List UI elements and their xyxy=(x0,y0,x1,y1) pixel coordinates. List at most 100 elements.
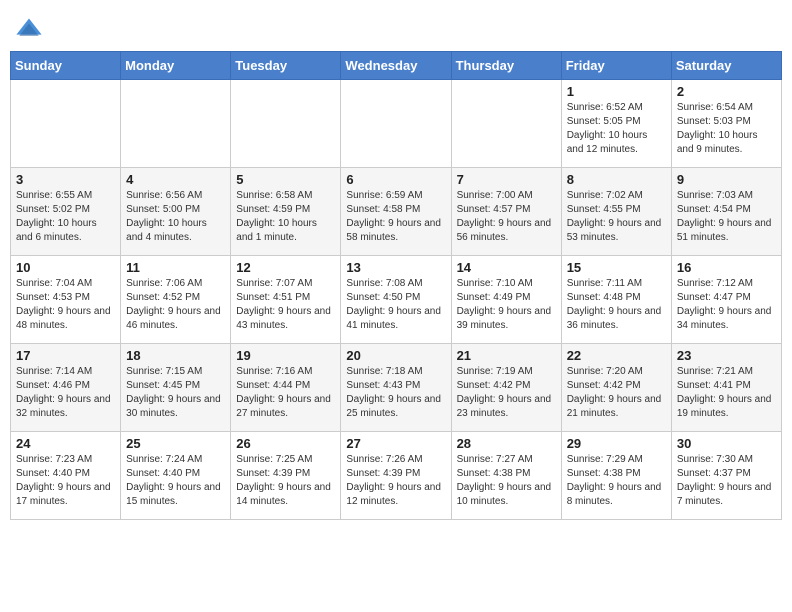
calendar-header-row: SundayMondayTuesdayWednesdayThursdayFrid… xyxy=(11,52,782,80)
calendar-cell: 26 Sunrise: 7:25 AM Sunset: 4:39 PM Dayli… xyxy=(231,432,341,520)
day-info: Sunrise: 6:56 AM Sunset: 5:00 PM Dayligh… xyxy=(126,189,225,245)
day-info: Sunrise: 7:20 AM Sunset: 4:42 PM Dayligh… xyxy=(567,365,666,421)
calendar-cell: 3 Sunrise: 6:55 AM Sunset: 5:02 PM Daylig… xyxy=(11,168,121,256)
day-number: 7 xyxy=(457,172,556,187)
day-number: 17 xyxy=(16,348,115,363)
logo-icon xyxy=(15,15,43,43)
calendar-cell: 5 Sunrise: 6:58 AM Sunset: 4:59 PM Daylig… xyxy=(231,168,341,256)
calendar-cell: 15 Sunrise: 7:11 AM Sunset: 4:48 PM Dayli… xyxy=(561,256,671,344)
logo xyxy=(15,15,47,43)
day-number: 4 xyxy=(126,172,225,187)
calendar-cell: 29 Sunrise: 7:29 AM Sunset: 4:38 PM Dayli… xyxy=(561,432,671,520)
calendar-cell: 13Sunrise: 7:08 AM Sunset: 4:50 PM Dayli… xyxy=(341,256,451,344)
day-info: Sunrise: 7:16 AM Sunset: 4:44 PM Dayligh… xyxy=(236,365,335,421)
day-info: Sunrise: 7:15 AM Sunset: 4:45 PM Dayligh… xyxy=(126,365,225,421)
day-number: 8 xyxy=(567,172,666,187)
day-info: Sunrise: 7:25 AM Sunset: 4:39 PM Dayligh… xyxy=(236,453,335,509)
day-number: 12 xyxy=(236,260,335,275)
day-info: Sunrise: 7:23 AM Sunset: 4:40 PM Dayligh… xyxy=(16,453,115,509)
calendar-cell: 1 Sunrise: 6:52 AM Sunset: 5:05 PM Daylig… xyxy=(561,80,671,168)
calendar-cell: 19 Sunrise: 7:16 AM Sunset: 4:44 PM Dayli… xyxy=(231,344,341,432)
day-number: 3 xyxy=(16,172,115,187)
day-info: Sunrise: 7:14 AM Sunset: 4:46 PM Dayligh… xyxy=(16,365,115,421)
week-row-5: 24 Sunrise: 7:23 AM Sunset: 4:40 PM Dayli… xyxy=(11,432,782,520)
calendar-cell: 14 Sunrise: 7:10 AM Sunset: 4:49 PM Dayli… xyxy=(451,256,561,344)
day-number: 15 xyxy=(567,260,666,275)
day-info: Sunrise: 6:59 AM Sunset: 4:58 PM Dayligh… xyxy=(346,189,445,245)
day-number: 2 xyxy=(677,84,776,99)
day-info: Sunrise: 6:55 AM Sunset: 5:02 PM Dayligh… xyxy=(16,189,115,245)
day-info: Sunrise: 7:27 AM Sunset: 4:38 PM Dayligh… xyxy=(457,453,556,509)
day-header-tuesday: Tuesday xyxy=(231,52,341,80)
day-info: Sunrise: 7:07 AM Sunset: 4:51 PM Dayligh… xyxy=(236,277,335,333)
day-header-sunday: Sunday xyxy=(11,52,121,80)
day-info: Sunrise: 7:10 AM Sunset: 4:49 PM Dayligh… xyxy=(457,277,556,333)
day-number: 29 xyxy=(567,436,666,451)
day-header-wednesday: Wednesday xyxy=(341,52,451,80)
day-info: Sunrise: 7:12 AM Sunset: 4:47 PM Dayligh… xyxy=(677,277,776,333)
day-info: Sunrise: 7:02 AM Sunset: 4:55 PM Dayligh… xyxy=(567,189,666,245)
calendar-cell: 4 Sunrise: 6:56 AM Sunset: 5:00 PM Daylig… xyxy=(121,168,231,256)
calendar-cell xyxy=(121,80,231,168)
day-info: Sunrise: 7:29 AM Sunset: 4:38 PM Dayligh… xyxy=(567,453,666,509)
calendar-cell xyxy=(341,80,451,168)
calendar-cell: 17 Sunrise: 7:14 AM Sunset: 4:46 PM Dayli… xyxy=(11,344,121,432)
day-info: Sunrise: 6:58 AM Sunset: 4:59 PM Dayligh… xyxy=(236,189,335,245)
day-number: 1 xyxy=(567,84,666,99)
day-info: Sunrise: 6:52 AM Sunset: 5:05 PM Dayligh… xyxy=(567,101,666,157)
calendar-cell: 22 Sunrise: 7:20 AM Sunset: 4:42 PM Dayli… xyxy=(561,344,671,432)
calendar-cell: 25 Sunrise: 7:24 AM Sunset: 4:40 PM Dayli… xyxy=(121,432,231,520)
calendar-cell: 18 Sunrise: 7:15 AM Sunset: 4:45 PM Dayli… xyxy=(121,344,231,432)
day-number: 27 xyxy=(346,436,445,451)
calendar-cell xyxy=(11,80,121,168)
calendar-cell: 12 Sunrise: 7:07 AM Sunset: 4:51 PM Dayli… xyxy=(231,256,341,344)
day-header-monday: Monday xyxy=(121,52,231,80)
calendar-cell xyxy=(451,80,561,168)
day-info: Sunrise: 7:00 AM Sunset: 4:57 PM Dayligh… xyxy=(457,189,556,245)
day-number: 5 xyxy=(236,172,335,187)
day-info: Sunrise: 7:24 AM Sunset: 4:40 PM Dayligh… xyxy=(126,453,225,509)
day-info: Sunrise: 7:21 AM Sunset: 4:41 PM Dayligh… xyxy=(677,365,776,421)
day-number: 14 xyxy=(457,260,556,275)
day-number: 25 xyxy=(126,436,225,451)
day-number: 6 xyxy=(346,172,445,187)
calendar-cell xyxy=(231,80,341,168)
calendar-cell: 20 Sunrise: 7:18 AM Sunset: 4:43 PM Dayli… xyxy=(341,344,451,432)
day-number: 16 xyxy=(677,260,776,275)
day-number: 9 xyxy=(677,172,776,187)
week-row-2: 3 Sunrise: 6:55 AM Sunset: 5:02 PM Daylig… xyxy=(11,168,782,256)
day-number: 28 xyxy=(457,436,556,451)
day-number: 20 xyxy=(346,348,445,363)
day-header-friday: Friday xyxy=(561,52,671,80)
day-number: 19 xyxy=(236,348,335,363)
calendar-cell: 6 Sunrise: 6:59 AM Sunset: 4:58 PM Daylig… xyxy=(341,168,451,256)
day-info: Sunrise: 6:54 AM Sunset: 5:03 PM Dayligh… xyxy=(677,101,776,157)
day-info: Sunrise: 7:19 AM Sunset: 4:42 PM Dayligh… xyxy=(457,365,556,421)
calendar-cell: 21 Sunrise: 7:19 AM Sunset: 4:42 PM Dayli… xyxy=(451,344,561,432)
day-number: 22 xyxy=(567,348,666,363)
calendar-table: SundayMondayTuesdayWednesdayThursdayFrid… xyxy=(10,51,782,520)
week-row-3: 10Sunrise: 7:04 AM Sunset: 4:53 PM Dayli… xyxy=(11,256,782,344)
day-header-thursday: Thursday xyxy=(451,52,561,80)
day-info: Sunrise: 7:18 AM Sunset: 4:43 PM Dayligh… xyxy=(346,365,445,421)
day-info: Sunrise: 7:06 AM Sunset: 4:52 PM Dayligh… xyxy=(126,277,225,333)
day-number: 21 xyxy=(457,348,556,363)
page-header xyxy=(10,10,782,43)
day-number: 24 xyxy=(16,436,115,451)
day-info: Sunrise: 7:30 AM Sunset: 4:37 PM Dayligh… xyxy=(677,453,776,509)
day-info: Sunrise: 7:04 AM Sunset: 4:53 PM Dayligh… xyxy=(16,277,115,333)
calendar-cell: 8 Sunrise: 7:02 AM Sunset: 4:55 PM Daylig… xyxy=(561,168,671,256)
day-info: Sunrise: 7:03 AM Sunset: 4:54 PM Dayligh… xyxy=(677,189,776,245)
day-number: 11 xyxy=(126,260,225,275)
calendar-cell: 9 Sunrise: 7:03 AM Sunset: 4:54 PM Daylig… xyxy=(671,168,781,256)
calendar-cell: 27Sunrise: 7:26 AM Sunset: 4:39 PM Dayli… xyxy=(341,432,451,520)
day-number: 26 xyxy=(236,436,335,451)
calendar-cell: 24 Sunrise: 7:23 AM Sunset: 4:40 PM Dayli… xyxy=(11,432,121,520)
day-info: Sunrise: 7:11 AM Sunset: 4:48 PM Dayligh… xyxy=(567,277,666,333)
day-number: 18 xyxy=(126,348,225,363)
calendar-cell: 28 Sunrise: 7:27 AM Sunset: 4:38 PM Dayli… xyxy=(451,432,561,520)
calendar-cell: 30Sunrise: 7:30 AM Sunset: 4:37 PM Dayli… xyxy=(671,432,781,520)
week-row-1: 1 Sunrise: 6:52 AM Sunset: 5:05 PM Daylig… xyxy=(11,80,782,168)
day-number: 13 xyxy=(346,260,445,275)
day-header-saturday: Saturday xyxy=(671,52,781,80)
